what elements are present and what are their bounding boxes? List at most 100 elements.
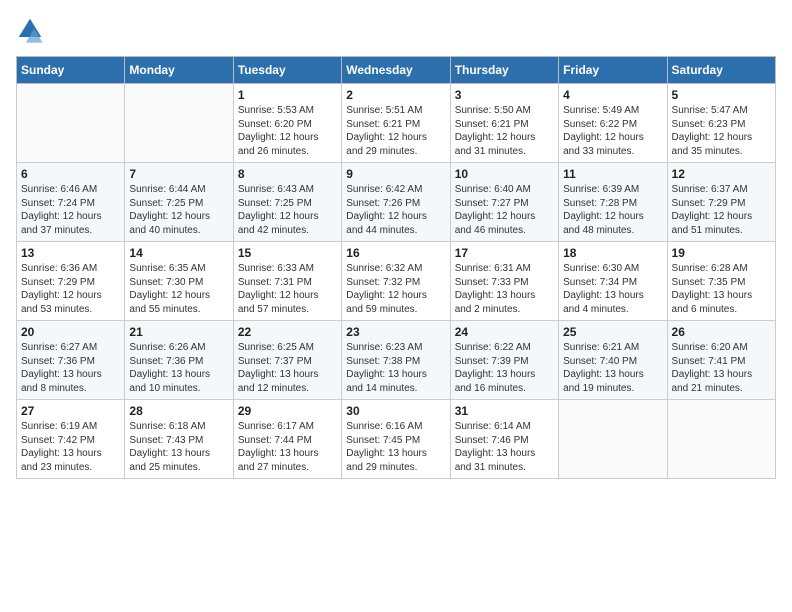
day-header-tuesday: Tuesday xyxy=(233,57,341,84)
day-header-saturday: Saturday xyxy=(667,57,775,84)
day-number: 25 xyxy=(563,325,662,339)
calendar-cell: 16 Sunrise: 6:32 AM Sunset: 7:32 PM Dayli… xyxy=(342,242,450,321)
calendar-cell: 23Sunrise: 6:23 AM Sunset: 7:38 PM Dayli… xyxy=(342,321,450,400)
calendar-cell: 8 Sunrise: 6:43 AM Sunset: 7:25 PM Daylig… xyxy=(233,163,341,242)
logo xyxy=(16,16,48,44)
day-number: 16 xyxy=(346,246,445,260)
day-header-friday: Friday xyxy=(559,57,667,84)
day-info: Sunrise: 6:43 AM Sunset: 7:25 PM Dayligh… xyxy=(238,183,337,237)
day-number: 29 xyxy=(238,404,337,418)
calendar-cell xyxy=(559,400,667,479)
page-header xyxy=(16,16,776,44)
week-row-5: 27 Sunrise: 6:19 AM Sunset: 7:42 PM Dayli… xyxy=(17,400,776,479)
day-header-thursday: Thursday xyxy=(450,57,558,84)
calendar-cell: 29 Sunrise: 6:17 AM Sunset: 7:44 PM Dayli… xyxy=(233,400,341,479)
day-info: Sunrise: 6:46 AM Sunset: 7:24 PM Dayligh… xyxy=(21,183,120,237)
calendar-cell xyxy=(667,400,775,479)
calendar-cell: 1Sunrise: 5:53 AM Sunset: 6:20 PM Daylig… xyxy=(233,84,341,163)
calendar-cell: 11 Sunrise: 6:39 AM Sunset: 7:28 PM Dayli… xyxy=(559,163,667,242)
day-number: 19 xyxy=(672,246,771,260)
calendar-cell: 3 Sunrise: 5:50 AM Sunset: 6:21 PM Daylig… xyxy=(450,84,558,163)
calendar-cell: 26 Sunrise: 6:20 AM Sunset: 7:41 PM Dayli… xyxy=(667,321,775,400)
day-number: 26 xyxy=(672,325,771,339)
day-number: 3 xyxy=(455,88,554,102)
calendar-cell: 12 Sunrise: 6:37 AM Sunset: 7:29 PM Dayli… xyxy=(667,163,775,242)
day-info: Sunrise: 6:27 AM Sunset: 7:36 PM Dayligh… xyxy=(21,341,120,395)
day-info: Sunrise: 5:47 AM Sunset: 6:23 PM Dayligh… xyxy=(672,104,771,158)
day-number: 28 xyxy=(129,404,228,418)
day-info: Sunrise: 6:14 AM Sunset: 7:46 PM Dayligh… xyxy=(455,420,554,474)
day-info: Sunrise: 6:33 AM Sunset: 7:31 PM Dayligh… xyxy=(238,262,337,316)
calendar-cell xyxy=(125,84,233,163)
day-number: 7 xyxy=(129,167,228,181)
calendar-cell: 20 Sunrise: 6:27 AM Sunset: 7:36 PM Dayli… xyxy=(17,321,125,400)
calendar-cell: 4 Sunrise: 5:49 AM Sunset: 6:22 PM Daylig… xyxy=(559,84,667,163)
day-info: Sunrise: 6:44 AM Sunset: 7:25 PM Dayligh… xyxy=(129,183,228,237)
day-info: Sunrise: 5:50 AM Sunset: 6:21 PM Dayligh… xyxy=(455,104,554,158)
day-number: 22 xyxy=(238,325,337,339)
calendar-cell: 31 Sunrise: 6:14 AM Sunset: 7:46 PM Dayli… xyxy=(450,400,558,479)
day-info: Sunrise: 6:37 AM Sunset: 7:29 PM Dayligh… xyxy=(672,183,771,237)
logo-icon xyxy=(16,16,44,44)
day-number: 18 xyxy=(563,246,662,260)
calendar-table: SundayMondayTuesdayWednesdayThursdayFrid… xyxy=(16,56,776,479)
day-number: 31 xyxy=(455,404,554,418)
week-row-2: 6 Sunrise: 6:46 AM Sunset: 7:24 PM Daylig… xyxy=(17,163,776,242)
day-info: Sunrise: 6:36 AM Sunset: 7:29 PM Dayligh… xyxy=(21,262,120,316)
day-number: 10 xyxy=(455,167,554,181)
calendar-cell: 24 Sunrise: 6:22 AM Sunset: 7:39 PM Dayli… xyxy=(450,321,558,400)
day-header-monday: Monday xyxy=(125,57,233,84)
calendar-cell: 6 Sunrise: 6:46 AM Sunset: 7:24 PM Daylig… xyxy=(17,163,125,242)
day-info: Sunrise: 6:28 AM Sunset: 7:35 PM Dayligh… xyxy=(672,262,771,316)
day-info: Sunrise: 6:18 AM Sunset: 7:43 PM Dayligh… xyxy=(129,420,228,474)
day-info: Sunrise: 6:40 AM Sunset: 7:27 PM Dayligh… xyxy=(455,183,554,237)
calendar-cell: 25 Sunrise: 6:21 AM Sunset: 7:40 PM Dayli… xyxy=(559,321,667,400)
week-row-4: 20 Sunrise: 6:27 AM Sunset: 7:36 PM Dayli… xyxy=(17,321,776,400)
day-info: Sunrise: 6:42 AM Sunset: 7:26 PM Dayligh… xyxy=(346,183,445,237)
day-info: Sunrise: 6:21 AM Sunset: 7:40 PM Dayligh… xyxy=(563,341,662,395)
calendar-cell: 9Sunrise: 6:42 AM Sunset: 7:26 PM Daylig… xyxy=(342,163,450,242)
day-number: 24 xyxy=(455,325,554,339)
day-info: Sunrise: 6:26 AM Sunset: 7:36 PM Dayligh… xyxy=(129,341,228,395)
day-info: Sunrise: 6:35 AM Sunset: 7:30 PM Dayligh… xyxy=(129,262,228,316)
calendar-cell: 22 Sunrise: 6:25 AM Sunset: 7:37 PM Dayli… xyxy=(233,321,341,400)
week-row-3: 13 Sunrise: 6:36 AM Sunset: 7:29 PM Dayli… xyxy=(17,242,776,321)
calendar-cell: 15 Sunrise: 6:33 AM Sunset: 7:31 PM Dayli… xyxy=(233,242,341,321)
day-info: Sunrise: 6:39 AM Sunset: 7:28 PM Dayligh… xyxy=(563,183,662,237)
day-number: 6 xyxy=(21,167,120,181)
day-number: 17 xyxy=(455,246,554,260)
day-number: 21 xyxy=(129,325,228,339)
day-number: 15 xyxy=(238,246,337,260)
day-number: 8 xyxy=(238,167,337,181)
day-number: 20 xyxy=(21,325,120,339)
day-info: Sunrise: 6:31 AM Sunset: 7:33 PM Dayligh… xyxy=(455,262,554,316)
week-row-1: 1Sunrise: 5:53 AM Sunset: 6:20 PM Daylig… xyxy=(17,84,776,163)
calendar-cell: 13 Sunrise: 6:36 AM Sunset: 7:29 PM Dayli… xyxy=(17,242,125,321)
calendar-cell: 30 Sunrise: 6:16 AM Sunset: 7:45 PM Dayli… xyxy=(342,400,450,479)
day-number: 14 xyxy=(129,246,228,260)
calendar-cell: 2Sunrise: 5:51 AM Sunset: 6:21 PM Daylig… xyxy=(342,84,450,163)
calendar-cell: 19 Sunrise: 6:28 AM Sunset: 7:35 PM Dayli… xyxy=(667,242,775,321)
days-header-row: SundayMondayTuesdayWednesdayThursdayFrid… xyxy=(17,57,776,84)
day-info: Sunrise: 5:49 AM Sunset: 6:22 PM Dayligh… xyxy=(563,104,662,158)
day-number: 13 xyxy=(21,246,120,260)
day-number: 4 xyxy=(563,88,662,102)
day-info: Sunrise: 6:20 AM Sunset: 7:41 PM Dayligh… xyxy=(672,341,771,395)
day-number: 30 xyxy=(346,404,445,418)
calendar-cell: 21 Sunrise: 6:26 AM Sunset: 7:36 PM Dayli… xyxy=(125,321,233,400)
day-number: 11 xyxy=(563,167,662,181)
day-info: Sunrise: 6:17 AM Sunset: 7:44 PM Dayligh… xyxy=(238,420,337,474)
day-info: Sunrise: 6:22 AM Sunset: 7:39 PM Dayligh… xyxy=(455,341,554,395)
day-info: Sunrise: 6:25 AM Sunset: 7:37 PM Dayligh… xyxy=(238,341,337,395)
calendar-cell: 7 Sunrise: 6:44 AM Sunset: 7:25 PM Daylig… xyxy=(125,163,233,242)
calendar-cell: 18Sunrise: 6:30 AM Sunset: 7:34 PM Dayli… xyxy=(559,242,667,321)
calendar-cell xyxy=(17,84,125,163)
calendar-cell: 28 Sunrise: 6:18 AM Sunset: 7:43 PM Dayli… xyxy=(125,400,233,479)
day-info: Sunrise: 6:19 AM Sunset: 7:42 PM Dayligh… xyxy=(21,420,120,474)
day-info: Sunrise: 6:32 AM Sunset: 7:32 PM Dayligh… xyxy=(346,262,445,316)
day-number: 27 xyxy=(21,404,120,418)
day-number: 12 xyxy=(672,167,771,181)
day-number: 5 xyxy=(672,88,771,102)
calendar-cell: 14 Sunrise: 6:35 AM Sunset: 7:30 PM Dayli… xyxy=(125,242,233,321)
day-info: Sunrise: 6:16 AM Sunset: 7:45 PM Dayligh… xyxy=(346,420,445,474)
